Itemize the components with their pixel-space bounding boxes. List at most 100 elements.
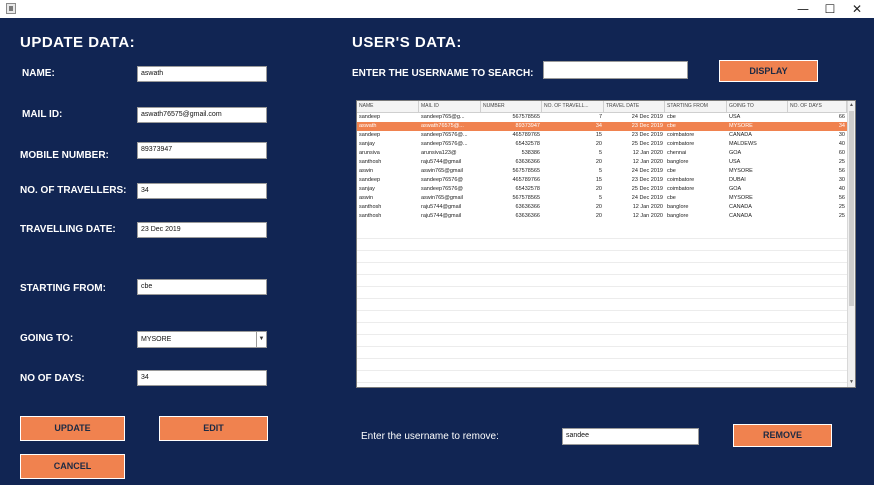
table-cell: 30 xyxy=(838,132,845,138)
table-row[interactable]: arunsiva arunsiva123@ 538386 5 12 Jan 2020 ch… xyxy=(357,149,847,158)
table-cell: 65432578 xyxy=(515,186,540,192)
column-header[interactable]: TRAVEL DATE xyxy=(604,101,665,112)
table-cell: sanjay xyxy=(359,141,375,147)
empty-table-row xyxy=(357,311,847,323)
travellers-field[interactable]: 34 xyxy=(137,183,267,199)
table-cell: 40 xyxy=(838,186,845,192)
remove-button[interactable]: REMOVE xyxy=(733,424,832,447)
table-cell: 7 xyxy=(598,114,602,120)
table-cell: sandeep76576@... xyxy=(421,141,468,147)
empty-table-row xyxy=(357,251,847,263)
mail-field[interactable]: aswath76575@gmail.com xyxy=(137,107,267,123)
table-cell: GOA xyxy=(729,186,742,192)
table-cell: CANADA xyxy=(729,213,752,219)
table-cell: banglore xyxy=(667,204,689,210)
table-cell: 34 xyxy=(595,123,602,129)
table-cell: sandeep765@g... xyxy=(421,114,465,120)
table-row[interactable]: aswin aswin765@gmail 567578565 5 24 Dec 2019… xyxy=(357,167,847,176)
empty-table-row xyxy=(357,371,847,383)
table-cell: raju5744@gmail xyxy=(421,213,462,219)
table-row[interactable]: sandeep sandeep76576@... 465789765 15 23 Dec… xyxy=(357,131,847,140)
table-cell: 5 xyxy=(598,168,602,174)
chevron-down-icon[interactable]: ▼ xyxy=(256,332,266,347)
empty-table-row xyxy=(357,287,847,299)
table-row[interactable]: santhosh raju5744@gmail 63636366 20 12 Jan 2… xyxy=(357,203,847,212)
table-cell: coimbatore xyxy=(667,141,695,147)
table-row[interactable]: aswin aswin765@gmail 567578565 5 24 Dec 2019… xyxy=(357,194,847,203)
table-scrollbar[interactable]: ▲ ▼ xyxy=(847,101,855,387)
table-row[interactable]: sanjay sandeep76576@... 65432578 20 25 Dec 2… xyxy=(357,140,847,149)
days-field[interactable]: 34 xyxy=(137,370,267,386)
table-cell: 5 xyxy=(598,150,602,156)
edit-button[interactable]: EDIT xyxy=(159,416,268,441)
table-cell: arunsiva123@ xyxy=(421,150,457,156)
search-input[interactable] xyxy=(543,61,688,79)
table-cell: MYSORE xyxy=(729,195,753,201)
table-cell: 89373947 xyxy=(515,123,540,129)
table-cell: raju5744@gmail xyxy=(421,159,462,165)
table-cell: aswath76575@... xyxy=(421,123,464,129)
table-cell: 63636366 xyxy=(515,204,540,210)
table-cell: 40 xyxy=(838,141,845,147)
column-header[interactable]: NUMBER xyxy=(481,101,542,112)
table-cell: 56 xyxy=(838,168,845,174)
column-header[interactable]: GOING TO xyxy=(727,101,788,112)
mobile-field[interactable]: 89373947 xyxy=(137,142,267,159)
days-label: NO OF DAYS: xyxy=(20,373,85,384)
table-cell: MALDEWS xyxy=(729,141,757,147)
starting-from-label: STARTING FROM: xyxy=(20,283,106,294)
users-table[interactable]: NAME MAIL ID NUMBER NO. OF TRAVELL... TR… xyxy=(356,100,856,388)
table-cell: 23 Dec 2019 xyxy=(631,177,663,183)
column-header[interactable]: NO. OF DAYS xyxy=(788,101,847,112)
table-cell: arunsiva xyxy=(359,150,380,156)
table-cell: MYSORE xyxy=(729,168,753,174)
going-to-dropdown[interactable]: MYSORE ▼ xyxy=(137,331,267,348)
scroll-up-icon[interactable]: ▲ xyxy=(848,101,855,110)
empty-table-row xyxy=(357,275,847,287)
table-cell: cbe xyxy=(667,195,676,201)
table-cell: 24 Dec 2019 xyxy=(631,195,663,201)
scrollbar-thumb[interactable] xyxy=(849,111,854,306)
table-cell: aswin xyxy=(359,195,374,201)
table-row[interactable]: santhosh raju5744@gmail 63636366 20 12 Jan 2… xyxy=(357,158,847,167)
table-cell: 34 xyxy=(838,123,845,129)
title-bar: — ☐ ✕ xyxy=(0,0,874,18)
table-cell: 567578565 xyxy=(512,168,540,174)
table-row[interactable]: sanjay sandeep76576@ 65432578 20 25 Dec 2019… xyxy=(357,185,847,194)
table-cell: sandeep xyxy=(359,132,381,138)
table-cell: 20 xyxy=(595,141,602,147)
display-button[interactable]: DISPLAY xyxy=(719,60,818,82)
close-button[interactable]: ✕ xyxy=(840,0,874,18)
table-cell: DUBAI xyxy=(729,177,746,183)
table-cell: 12 Jan 2020 xyxy=(632,204,663,210)
table-row[interactable]: sandeep sandeep76576@ 465789766 15 23 Dec 20… xyxy=(357,176,847,185)
update-button[interactable]: UPDATE xyxy=(20,416,125,441)
users-data-heading: USER'S DATA: xyxy=(352,34,462,51)
cancel-button[interactable]: CANCEL xyxy=(20,454,125,479)
empty-table-row xyxy=(357,239,847,251)
scroll-down-icon[interactable]: ▼ xyxy=(848,378,855,387)
column-header[interactable]: MAIL ID xyxy=(419,101,481,112)
table-cell: 56 xyxy=(838,195,845,201)
search-label: ENTER THE USERNAME TO SEARCH: xyxy=(352,68,534,79)
table-header: NAME MAIL ID NUMBER NO. OF TRAVELL... TR… xyxy=(357,101,847,113)
table-cell: aswin xyxy=(359,168,374,174)
table-cell: 12 Jan 2020 xyxy=(632,159,663,165)
name-field[interactable]: aswath xyxy=(137,66,267,82)
table-cell: 23 Dec 2019 xyxy=(631,132,663,138)
table-cell: santhosh xyxy=(359,159,382,165)
empty-table-row xyxy=(357,299,847,311)
table-cell: aswin765@gmail xyxy=(421,195,463,201)
column-header[interactable]: NO. OF TRAVELL... xyxy=(542,101,604,112)
table-row[interactable]: santhosh raju5744@gmail 63636366 20 12 Jan 2… xyxy=(357,212,847,221)
remove-username-input[interactable]: sandee xyxy=(562,428,699,445)
table-cell: 23 Dec 2019 xyxy=(631,123,663,129)
table-row[interactable]: sandeep sandeep765@g... 567578565 7 24 Dec 2… xyxy=(357,113,847,122)
starting-from-field[interactable]: cbe xyxy=(137,279,267,295)
table-cell: 30 xyxy=(838,177,845,183)
table-row[interactable]: aswath aswath76575@... 89373947 34 23 Dec 20… xyxy=(357,122,847,131)
column-header[interactable]: NAME xyxy=(357,101,419,112)
travel-date-field[interactable]: 23 Dec 2019 xyxy=(137,222,267,238)
column-header[interactable]: STARTING FROM xyxy=(665,101,727,112)
travellers-label: NO. OF TRAVELLERS: xyxy=(20,185,127,196)
